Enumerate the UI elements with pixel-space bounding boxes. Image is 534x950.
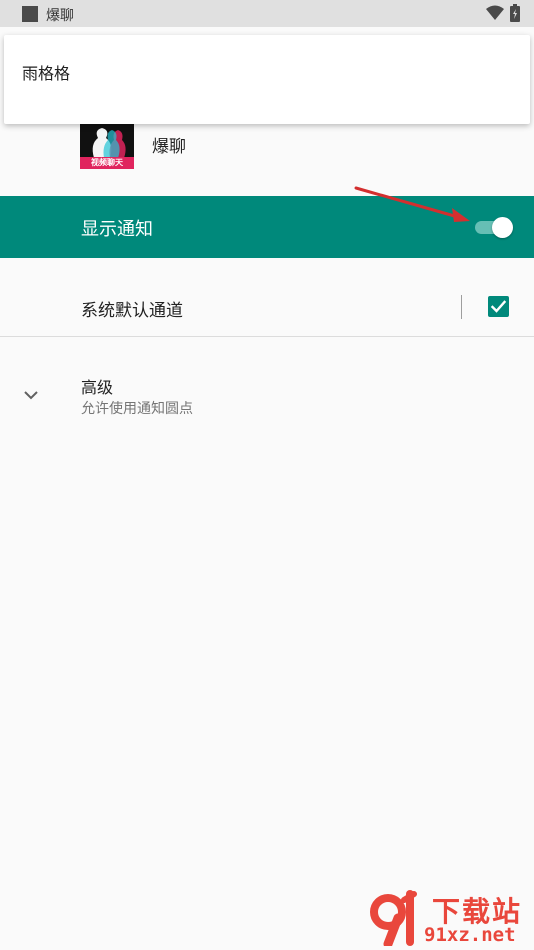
advanced-title: 高级 bbox=[81, 378, 114, 397]
app-name: 爆聊 bbox=[152, 137, 186, 157]
popup-menu: 雨格格 bbox=[4, 35, 530, 124]
wifi-icon bbox=[486, 5, 504, 21]
watermark-logo-icon bbox=[370, 890, 417, 946]
app-icon bbox=[22, 6, 38, 22]
default-channel-row[interactable]: 系统默认通道 bbox=[0, 276, 534, 337]
advanced-row[interactable]: 高级 允许使用通知圆点 bbox=[0, 362, 534, 422]
default-channel-checkbox[interactable] bbox=[488, 296, 509, 317]
annotation-arrow-icon bbox=[354, 186, 470, 222]
watermark: 下载站 91xz.net bbox=[362, 888, 532, 948]
battery-icon bbox=[510, 4, 520, 22]
checkmark-icon bbox=[490, 300, 507, 313]
advanced-subtitle: 允许使用通知圆点 bbox=[81, 401, 193, 417]
popup-menu-item[interactable]: 雨格格 bbox=[22, 60, 70, 84]
chevron-down-icon bbox=[22, 386, 40, 405]
status-bar: 爆聊 bbox=[0, 0, 534, 27]
app-header: 视频聊天 爆聊 bbox=[0, 124, 534, 184]
app-logo-caption: 视频聊天 bbox=[80, 157, 134, 169]
app-logo: 视频聊天 bbox=[80, 124, 134, 169]
show-notifications-label: 显示通知 bbox=[81, 219, 153, 240]
status-bar-title: 爆聊 bbox=[46, 8, 74, 24]
default-channel-label: 系统默认通道 bbox=[81, 301, 183, 321]
watermark-url: 91xz.net bbox=[424, 924, 516, 946]
channel-divider bbox=[461, 295, 462, 319]
show-notifications-toggle[interactable] bbox=[473, 217, 513, 238]
status-icons bbox=[486, 4, 520, 22]
toggle-thumb bbox=[492, 217, 513, 238]
